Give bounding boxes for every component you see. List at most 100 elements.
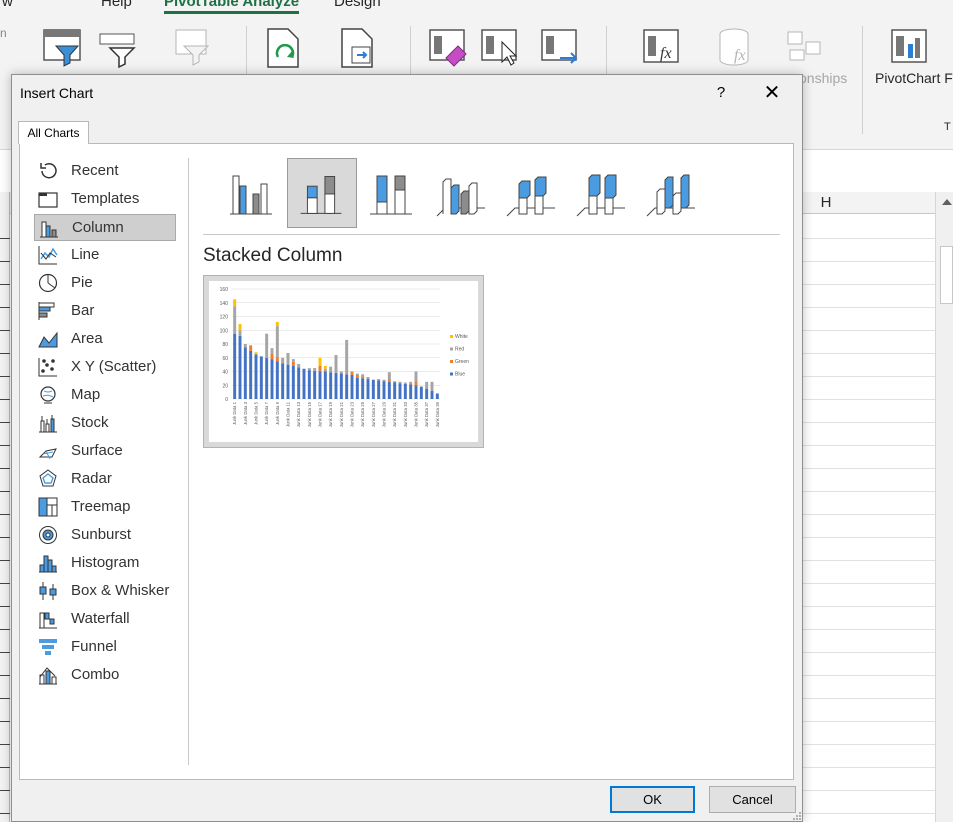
tools-group-label: T <box>944 121 951 133</box>
insert-timeline-icon[interactable] <box>98 30 140 68</box>
bar-red <box>233 306 237 334</box>
pivotchart-label[interactable]: PivotChart F <box>875 70 953 86</box>
chart-type-label: Line <box>71 246 100 263</box>
y-tick-label: 140 <box>220 301 229 307</box>
chart-type-bar[interactable]: Bar <box>34 298 176 325</box>
chart-type-histogram[interactable]: Histogram <box>34 550 176 577</box>
bar-green <box>361 376 365 379</box>
scroll-up-icon[interactable] <box>940 196 953 208</box>
svg-text:fx: fx <box>660 45 672 62</box>
legend-swatch <box>450 335 453 338</box>
chart-type-pie[interactable]: Pie <box>34 270 176 297</box>
grid-row-line <box>803 445 935 446</box>
change-data-source-icon[interactable] <box>338 27 380 69</box>
chart-type-label: Area <box>71 330 103 347</box>
chart-preview[interactable]: 0 20 40 60 80 100 120 140 160 Junk Data 1 Junk Dat… <box>203 275 484 448</box>
templates-icon <box>38 192 58 208</box>
chart-type-x-y-scatter[interactable]: X Y (Scatter) <box>34 354 176 381</box>
chart-type-combo[interactable]: Combo <box>34 662 176 689</box>
stacked-column-icon[interactable] <box>287 158 357 228</box>
pie-chart-icon <box>38 273 58 293</box>
chart-type-stock[interactable]: Stock <box>34 410 176 437</box>
relationships-icon <box>787 31 821 61</box>
chart-type-area[interactable]: Area <box>34 326 176 353</box>
chart-type-box-whisker[interactable]: Box & Whisker <box>34 578 176 605</box>
chart-type-label: Bar <box>71 302 95 319</box>
chart-type-funnel[interactable]: Funnel <box>34 634 176 661</box>
y-tick-label: 80 <box>222 342 228 348</box>
chart-type-recent[interactable]: Recent <box>34 158 176 185</box>
grid-row-line <box>803 491 935 492</box>
ok-button[interactable]: OK <box>610 786 695 813</box>
bar-blue <box>297 367 301 399</box>
bar-white <box>233 299 237 307</box>
select-icon[interactable] <box>480 28 522 68</box>
bar-white <box>318 357 322 366</box>
grid-row-line <box>803 744 935 745</box>
clear-icon[interactable] <box>428 28 470 68</box>
row-header-line <box>0 813 10 814</box>
row-header-strip <box>0 192 10 822</box>
pivotchart-icon[interactable] <box>890 28 932 68</box>
bar-blue <box>355 377 359 399</box>
clustered-column-icon[interactable] <box>217 158 287 228</box>
grid-row-line <box>803 261 935 262</box>
scrollbar-thumb[interactable] <box>940 246 953 304</box>
row-header-line <box>0 744 10 745</box>
resize-grip-icon[interactable] <box>792 811 802 821</box>
row-header-line <box>0 767 10 768</box>
filter-connections-icon <box>175 29 210 66</box>
tab-all-charts[interactable]: All Charts <box>18 121 89 144</box>
grid-row-line <box>803 468 935 469</box>
x-tick-label: Junk Data 35 <box>414 401 419 427</box>
chart-type-map[interactable]: Map <box>34 382 176 409</box>
tab-help[interactable]: Help <box>101 0 132 10</box>
chart-type-column[interactable]: Column <box>34 214 176 241</box>
x-tick-label: Junk Data 7 <box>264 401 269 425</box>
column-header-h[interactable]: H <box>806 192 846 214</box>
chart-type-label: Templates <box>71 190 140 207</box>
grid-row-line <box>803 353 935 354</box>
grid-row-line <box>803 813 935 814</box>
chart-type-templates[interactable]: Templates <box>34 186 176 213</box>
3d-stacked-column-icon[interactable] <box>497 158 567 228</box>
move-pivottable-icon[interactable] <box>540 28 582 68</box>
chart-type-waterfall[interactable]: Waterfall <box>34 606 176 633</box>
3d-clustered-column-icon[interactable] <box>427 158 497 228</box>
insert-slicer-icon[interactable] <box>42 28 84 68</box>
bar-blue <box>425 388 429 399</box>
tab-pivottable-analyze[interactable]: PivotTable Analyze <box>164 0 300 14</box>
3d-column-icon[interactable] <box>637 158 707 228</box>
bar-chart-icon <box>38 302 55 320</box>
sunburst-chart-icon <box>39 526 57 544</box>
y-tick-label: 100 <box>220 328 229 334</box>
percent-stacked-column-icon[interactable] <box>357 158 427 228</box>
close-button[interactable]: ✕ <box>759 81 785 107</box>
stacked-column-chart: 0 20 40 60 80 100 120 140 160 Junk Data 1 Junk Dat… <box>220 287 469 427</box>
chart-type-radar[interactable]: Radar <box>34 466 176 493</box>
row-header-line <box>0 790 10 791</box>
dialog-title: Insert Chart <box>20 85 94 101</box>
bar-green <box>350 371 354 375</box>
chart-type-treemap[interactable]: Treemap <box>34 494 176 521</box>
x-tick-label: Junk Data 27 <box>371 401 376 427</box>
line-chart-icon <box>38 246 58 265</box>
chart-preview-canvas: 0 20 40 60 80 100 120 140 160 Junk Data 1 Junk Dat… <box>209 281 478 442</box>
tab-view[interactable]: w <box>2 0 13 10</box>
bar-red <box>387 372 391 380</box>
chart-type-surface[interactable]: Surface <box>34 438 176 465</box>
tab-design[interactable]: Design <box>334 0 381 10</box>
chart-type-line[interactable]: Line <box>34 242 176 269</box>
fields-items-sets-icon[interactable]: fx <box>642 28 684 68</box>
bar-red <box>334 355 338 373</box>
bar-red <box>355 373 359 375</box>
refresh-icon[interactable] <box>264 27 306 69</box>
bar-green <box>414 381 418 386</box>
chart-type-sunburst[interactable]: Sunburst <box>34 522 176 549</box>
cancel-button[interactable]: Cancel <box>709 786 796 813</box>
3d-percent-stacked-column-icon[interactable] <box>567 158 637 228</box>
bar-red <box>425 381 429 389</box>
help-button[interactable]: ? <box>709 81 733 105</box>
ribbon-partial-label: n <box>0 26 7 40</box>
bar-green <box>270 353 274 360</box>
